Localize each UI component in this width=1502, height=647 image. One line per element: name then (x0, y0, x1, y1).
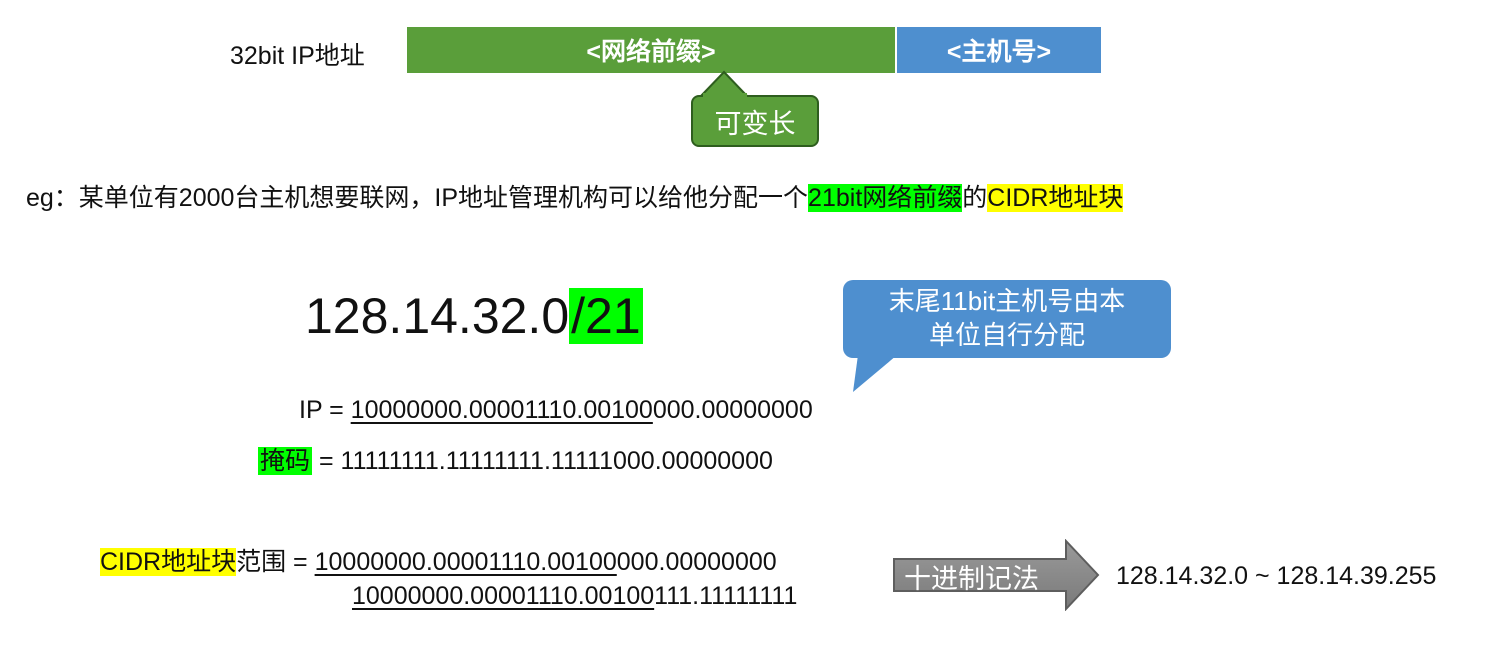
ip-host-bits: 000.00000000 (652, 396, 813, 424)
cidr-base-address: 128.14.32.0 (305, 288, 570, 344)
mask-label: 掩码 (258, 447, 313, 475)
host-number-bar: <主机号> (897, 27, 1101, 73)
decimal-notation-arrow: 十进制记法 (892, 538, 1102, 612)
range-high-network-bits: 10000000.00001110.00100 (352, 582, 655, 610)
mask-binary-row: 掩码 = 11111111.11111111.11111000.00000000 (258, 441, 773, 477)
ip-address-label: 32bit IP地址 (230, 42, 365, 70)
callout-seam (703, 93, 747, 99)
callout-line-2: 单位自行分配 (928, 320, 1085, 350)
ip-binary-row: IP = 10000000.00001110.00100000.00000000 (299, 396, 813, 425)
callout-line-1: 末尾11bit主机号由本 (888, 286, 1126, 316)
mask-value: 11111111.11111111.11111000.00000000 (340, 447, 773, 475)
range-low-host-bits: 000.00000000 (616, 548, 777, 576)
arrow-label: 十进制记法 (904, 564, 1039, 594)
cidr-prefix-length: /21 (569, 288, 643, 344)
range-low-row: CIDR地址块范围 = 10000000.00001110.00100000.0… (100, 542, 777, 578)
example-sentence: eg：某单位有2000台主机想要联网，IP地址管理机构可以给他分配一个21bit… (26, 178, 1124, 214)
decimal-range: 128.14.32.0 ~ 128.14.39.255 (1116, 562, 1437, 590)
variable-length-text: 可变长 (714, 108, 796, 139)
cidr-notation: 128.14.32.0/21 (305, 287, 643, 345)
range-label-rest: 范围 = (236, 548, 315, 576)
ip-label: IP = (299, 396, 351, 424)
range-low-network-bits: 10000000.00001110.00100 (314, 548, 617, 576)
range-high-row: 10000000.00001110.00100111.11111111 (352, 582, 797, 611)
range-high-host-bits: 111.11111111 (654, 582, 798, 610)
ip-network-bits: 10000000.00001110.00100 (350, 396, 653, 424)
prefix-length-highlight: 21bit网络前缀 (808, 184, 963, 212)
mask-equals: = (312, 447, 341, 475)
range-label-highlight: CIDR地址块 (100, 548, 237, 576)
example-text: eg：某单位有2000台主机想要联网，IP地址管理机构可以给他分配一个 (26, 184, 809, 212)
cidr-block-highlight: CIDR地址块 (987, 184, 1124, 212)
network-prefix-bar: <网络前缀> (407, 27, 895, 73)
host-assignment-callout: 末尾11bit主机号由本 单位自行分配 (843, 280, 1171, 358)
network-prefix-text: <网络前缀> (586, 38, 716, 66)
example-middle: 的 (962, 184, 988, 212)
variable-length-callout: 可变长 (691, 95, 819, 147)
host-number-text: <主机号> (946, 38, 1052, 66)
